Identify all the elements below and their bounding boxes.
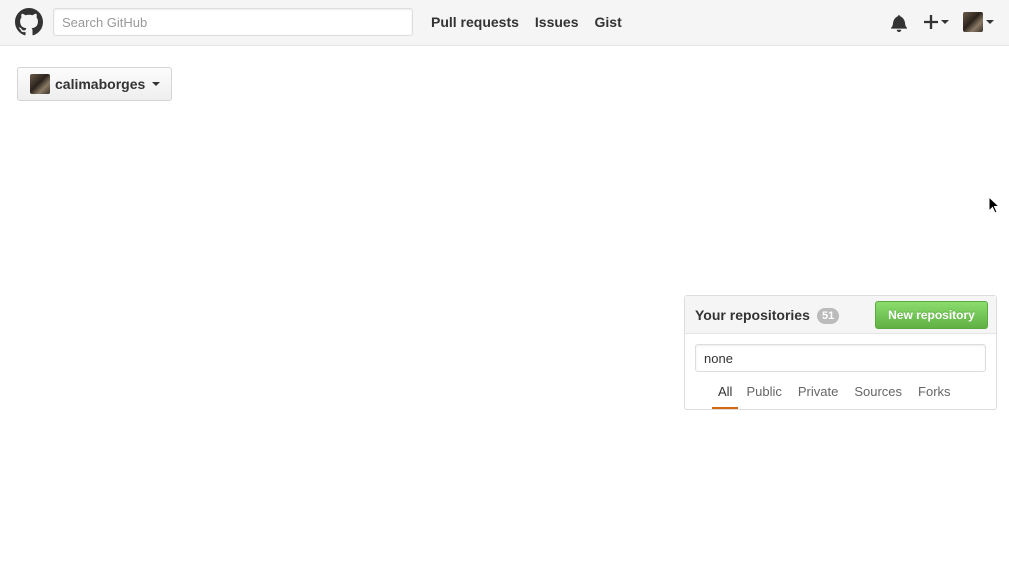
repository-filter-tabs: All Public Private Sources Forks [712, 384, 959, 409]
account-name: calimaborges [55, 76, 146, 92]
tab-private[interactable]: Private [790, 384, 846, 409]
chevron-down-icon [986, 20, 994, 24]
github-logo-icon[interactable] [15, 8, 43, 36]
tab-sources[interactable]: Sources [846, 384, 910, 409]
repositories-title: Your repositories [695, 307, 810, 323]
chevron-down-icon [941, 20, 949, 24]
tab-all[interactable]: All [712, 384, 739, 409]
chevron-down-icon [152, 82, 161, 86]
top-navbar: Pull requests Issues Gist [0, 0, 1009, 46]
user-menu[interactable] [963, 11, 999, 33]
avatar [963, 12, 983, 32]
repository-filter-input[interactable] [695, 344, 986, 372]
search-input[interactable] [53, 8, 413, 36]
avatar [30, 74, 50, 94]
mouse-cursor-icon [988, 196, 1000, 214]
plus-icon [924, 15, 938, 29]
main-nav: Pull requests Issues Gist [431, 14, 622, 30]
nav-gist[interactable]: Gist [595, 14, 622, 30]
tab-forks[interactable]: Forks [910, 384, 959, 409]
tab-public[interactable]: Public [738, 384, 789, 409]
new-repository-button[interactable]: New repository [875, 301, 988, 329]
repositories-count-badge: 51 [817, 308, 840, 324]
account-switcher[interactable]: calimaborges [17, 67, 172, 101]
bell-icon[interactable] [891, 14, 907, 32]
create-new-menu[interactable] [924, 14, 950, 30]
nav-pull-requests[interactable]: Pull requests [431, 14, 519, 30]
repositories-header: Your repositories 51 New repository [685, 296, 996, 334]
nav-issues[interactable]: Issues [535, 14, 579, 30]
repositories-panel: Your repositories 51 New repository All … [684, 295, 997, 410]
